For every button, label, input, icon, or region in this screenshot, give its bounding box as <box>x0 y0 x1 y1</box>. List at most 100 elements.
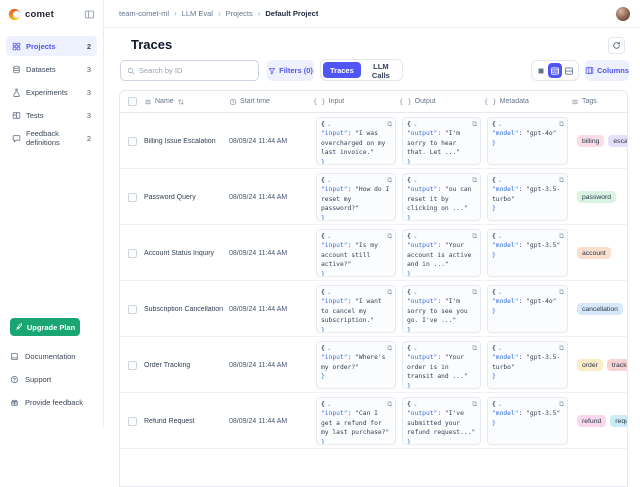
chevron-down-icon[interactable]: ⌄ <box>413 122 418 128</box>
chevron-down-icon[interactable]: ⌄ <box>498 346 503 352</box>
table-row[interactable]: Refund Request 08/09/24 11:44 AM {⌄⧉"inp… <box>120 393 627 449</box>
copy-icon[interactable]: ⧉ <box>472 400 477 410</box>
sort-icon[interactable] <box>177 98 185 106</box>
copy-icon[interactable]: ⧉ <box>559 232 564 242</box>
column-header-input[interactable]: { }Input <box>313 98 399 106</box>
copy-icon[interactable]: ⧉ <box>559 344 564 354</box>
table-row[interactable]: Order Tracking 08/09/24 11:44 AM {⌄⧉"inp… <box>120 337 627 393</box>
json-cell-output[interactable]: {⌄⧉"output": "I'm sorry to hear that. Le… <box>402 117 481 165</box>
json-cell-output[interactable]: {⌄⧉"output": "I'm sorry to see you go. I… <box>402 285 481 333</box>
row-checkbox[interactable] <box>128 305 137 314</box>
copy-icon[interactable]: ⧉ <box>472 288 477 298</box>
tag-pill[interactable]: account <box>577 247 611 259</box>
chevron-down-icon[interactable]: ⌄ <box>413 178 418 184</box>
breadcrumb-item[interactable]: Projects <box>226 9 253 18</box>
json-cell-input[interactable]: {⌄⧉"input": "I want to cancel my subscri… <box>316 285 396 333</box>
json-cell-input[interactable]: {⌄⧉"input": "I was overcharged on my las… <box>316 117 396 165</box>
chevron-down-icon[interactable]: ⌄ <box>498 290 503 296</box>
chevron-down-icon[interactable]: ⌄ <box>327 346 332 352</box>
json-cell-metadata[interactable]: {⌄⧉"model": "gpt-3.5-turbo"} <box>487 173 568 221</box>
density-medium-button[interactable] <box>548 63 562 78</box>
tag-pill[interactable]: billing <box>577 135 604 147</box>
json-cell-metadata[interactable]: {⌄⧉"model": "gpt-3.5-turbo"} <box>487 341 568 389</box>
table-row[interactable]: Account Status Inquiry 08/09/24 11:44 AM… <box>120 225 627 281</box>
copy-icon[interactable]: ⧉ <box>472 176 477 186</box>
tag-pill[interactable]: escalation <box>608 135 627 147</box>
tag-pill[interactable]: refund <box>577 415 606 427</box>
json-cell-output[interactable]: {⌄⧉"output": "Your order is in transit a… <box>402 341 481 389</box>
chevron-down-icon[interactable]: ⌄ <box>498 402 503 408</box>
chevron-down-icon[interactable]: ⌄ <box>413 234 418 240</box>
breadcrumb-item[interactable]: LLM Eval <box>182 9 213 18</box>
density-compact-button[interactable] <box>534 63 548 78</box>
tag-pill[interactable]: password <box>577 191 616 203</box>
chevron-down-icon[interactable]: ⌄ <box>498 234 503 240</box>
chevron-down-icon[interactable]: ⌄ <box>413 402 418 408</box>
sidebar-item-datasets[interactable]: Datasets3 <box>6 59 97 79</box>
copy-icon[interactable]: ⧉ <box>387 288 392 298</box>
copy-icon[interactable]: ⧉ <box>387 176 392 186</box>
json-cell-metadata[interactable]: {⌄⧉"model": "gpt-3.5"} <box>487 229 568 277</box>
tag-pill[interactable]: cancellation <box>577 303 623 315</box>
json-cell-input[interactable]: {⌄⧉"input": "How do I reset my password?… <box>316 173 396 221</box>
row-checkbox[interactable] <box>128 137 137 146</box>
chevron-down-icon[interactable]: ⌄ <box>327 178 332 184</box>
row-checkbox[interactable] <box>128 193 137 202</box>
breadcrumb-item[interactable]: team-comet-ml <box>119 9 169 18</box>
sidebar-item-feedback-definitions[interactable]: Feedback definitions2 <box>6 128 97 148</box>
json-cell-output[interactable]: {⌄⧉"output": "Your account is active and… <box>402 229 481 277</box>
column-header-name[interactable]: Name <box>144 98 229 106</box>
copy-icon[interactable]: ⧉ <box>559 288 564 298</box>
chevron-down-icon[interactable]: ⌄ <box>413 346 418 352</box>
footer-link-support[interactable]: Support <box>10 371 93 387</box>
copy-icon[interactable]: ⧉ <box>472 232 477 242</box>
chevron-down-icon[interactable]: ⌄ <box>498 122 503 128</box>
copy-icon[interactable]: ⧉ <box>472 120 477 130</box>
copy-icon[interactable]: ⧉ <box>387 120 392 130</box>
row-checkbox[interactable] <box>128 249 137 258</box>
filters-button[interactable]: Filters (0) <box>267 60 314 81</box>
toggle-llm-calls[interactable]: LLM Calls <box>362 62 400 78</box>
json-cell-metadata[interactable]: {⌄⧉"model": "gpt-4o"} <box>487 285 568 333</box>
chevron-down-icon[interactable]: ⌄ <box>327 290 332 296</box>
json-cell-input[interactable]: {⌄⧉"input": "Is my account still active?… <box>316 229 396 277</box>
upgrade-plan-button[interactable]: Upgrade Plan <box>10 318 80 336</box>
avatar[interactable] <box>616 7 630 21</box>
chevron-down-icon[interactable]: ⌄ <box>413 290 418 296</box>
row-checkbox[interactable] <box>128 361 137 370</box>
copy-icon[interactable]: ⧉ <box>559 400 564 410</box>
columns-button[interactable]: Columns <box>585 60 629 81</box>
sidebar-item-tests[interactable]: Tests3 <box>6 105 97 125</box>
copy-icon[interactable]: ⧉ <box>387 232 392 242</box>
table-row[interactable]: Subscription Cancellation 08/09/24 11:44… <box>120 281 627 337</box>
column-header-tags[interactable]: Tags <box>571 98 627 106</box>
chevron-down-icon[interactable]: ⌄ <box>327 234 332 240</box>
chevron-down-icon[interactable]: ⌄ <box>498 178 503 184</box>
json-cell-output[interactable]: {⌄⧉"output": "ou can reset it by clickin… <box>402 173 481 221</box>
tag-pill[interactable]: tracking <box>607 359 627 371</box>
copy-icon[interactable]: ⧉ <box>559 176 564 186</box>
copy-icon[interactable]: ⧉ <box>559 120 564 130</box>
sidebar-collapse-icon[interactable] <box>84 9 95 20</box>
chevron-down-icon[interactable]: ⌄ <box>327 122 332 128</box>
copy-icon[interactable]: ⧉ <box>472 344 477 354</box>
tag-pill[interactable]: request <box>610 415 627 427</box>
chevron-down-icon[interactable]: ⌄ <box>327 402 332 408</box>
search-input[interactable] <box>139 66 252 75</box>
column-header-start-time[interactable]: Start time <box>229 98 313 106</box>
column-header-output[interactable]: { }Output <box>399 98 484 106</box>
footer-link-documentation[interactable]: Documentation <box>10 348 93 364</box>
refresh-button[interactable] <box>608 37 625 54</box>
copy-icon[interactable]: ⧉ <box>387 400 392 410</box>
json-cell-metadata[interactable]: {⌄⧉"model": "gpt-3.5"} <box>487 397 568 445</box>
table-row[interactable]: Password Query 08/09/24 11:44 AM {⌄⧉"inp… <box>120 169 627 225</box>
tag-pill[interactable]: order <box>577 359 603 371</box>
table-row[interactable]: Billing Issue Escalation 08/09/24 11:44 … <box>120 113 627 169</box>
column-header-metadata[interactable]: { }Metadata <box>484 98 571 106</box>
json-cell-input[interactable]: {⌄⧉"input": "Where's my order?"} <box>316 341 396 389</box>
json-cell-metadata[interactable]: {⌄⧉"model": "gpt-4o"} <box>487 117 568 165</box>
sidebar-item-experiments[interactable]: Experiments3 <box>6 82 97 102</box>
copy-icon[interactable]: ⧉ <box>387 344 392 354</box>
sidebar-item-projects[interactable]: Projects2 <box>6 36 97 56</box>
row-checkbox[interactable] <box>128 417 137 426</box>
